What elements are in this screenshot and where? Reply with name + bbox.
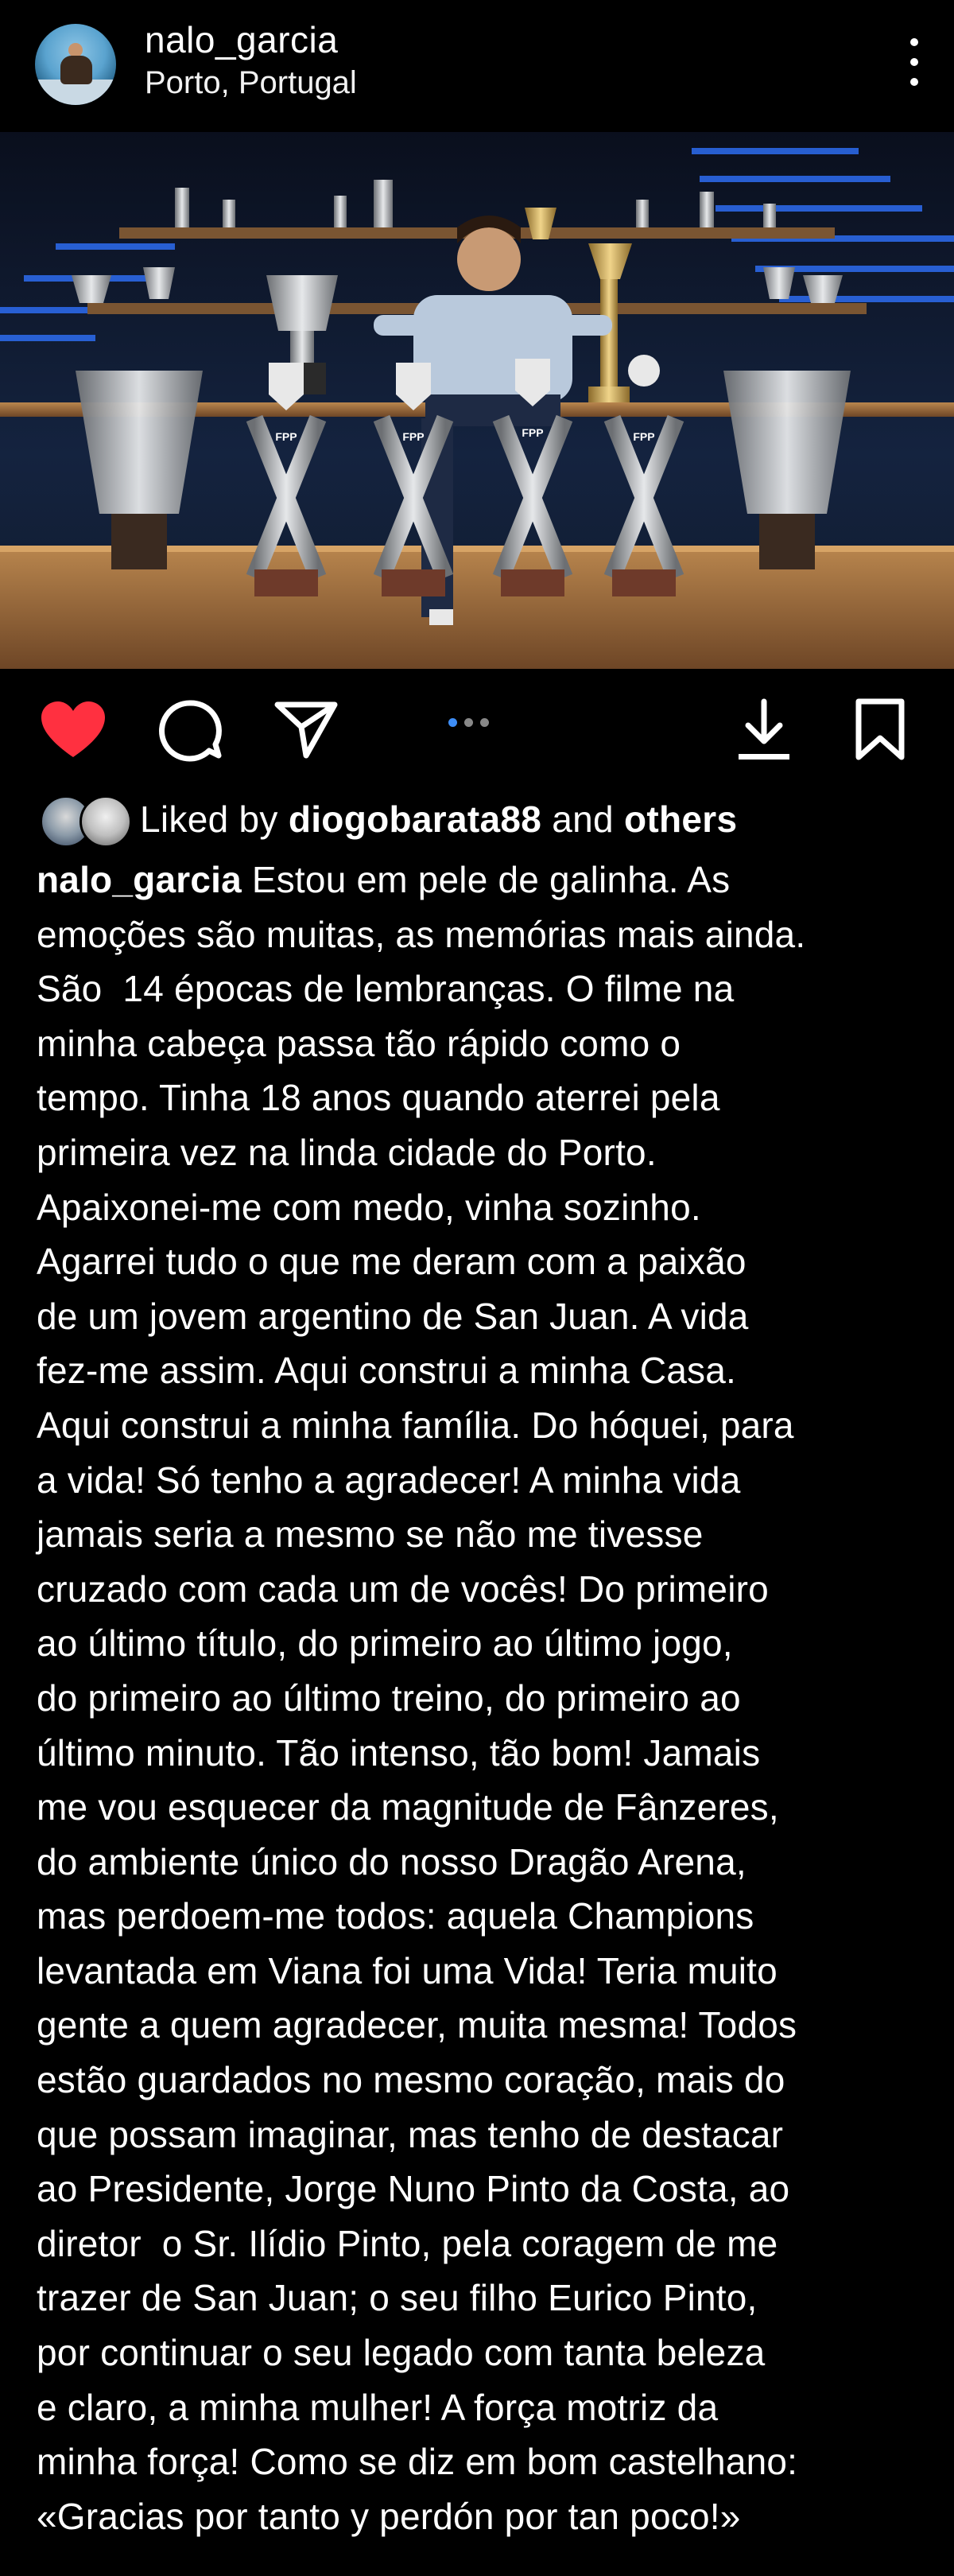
- caption-line: do primeiro ao último treino, do primeir…: [37, 1677, 741, 1719]
- caption-line: emoções são muitas, as memórias mais ain…: [37, 913, 806, 955]
- caption-line: jamais seria a mesmo se não me tivesse: [37, 1513, 704, 1556]
- caption-line: diretor o Sr. Ilídio Pinto, pela coragem…: [37, 2222, 778, 2264]
- likes-and: and: [552, 798, 614, 840]
- likes-text[interactable]: Liked by diogobarata88 and others: [140, 798, 737, 841]
- bookmark-icon[interactable]: [854, 698, 906, 762]
- post-caption: nalo_garcia Estou em pele de galinha. As…: [37, 853, 927, 2543]
- caption-line: Agarrei tudo o que me deram com a paixão: [37, 1241, 747, 1283]
- caption-line: estão guardados no mesmo coração, mais d…: [37, 2059, 785, 2101]
- post-image[interactable]: FPP FPP FPP FPP: [0, 132, 954, 669]
- caption-line: trazer de San Juan; o seu filho Eurico P…: [37, 2277, 758, 2319]
- likes-user[interactable]: diogobarata88: [289, 798, 541, 840]
- caption-line: que possam imaginar, mas tenho de destac…: [37, 2113, 784, 2155]
- caption-line: cruzado com cada um de vocês! Do primeir…: [37, 1568, 769, 1610]
- likes-row[interactable]: Liked by diogobarata88 and others: [40, 789, 737, 849]
- caption-line: levantada em Viana foi uma Vida! Teria m…: [37, 1949, 778, 1991]
- caption-line: Aqui construi a minha família. Do hóquei…: [37, 1404, 794, 1446]
- caption-line: tempo. Tinha 18 anos quando aterrei pela: [37, 1077, 720, 1119]
- trophy-label: FPP: [275, 430, 297, 443]
- comment-icon[interactable]: [157, 698, 223, 763]
- trophy-label: FPP: [522, 426, 543, 439]
- caption-line: minha cabeça passa tão rápido como o: [37, 1022, 681, 1064]
- carousel-indicator: [448, 718, 489, 727]
- caption-line: do ambiente único do nosso Dragão Arena,: [37, 1840, 747, 1882]
- trophy-room-image: FPP FPP FPP FPP: [0, 132, 954, 669]
- caption-line: me vou esquecer da magnitude de Fânzeres…: [37, 1786, 779, 1828]
- caption-line: por continuar o seu legado com tanta bel…: [37, 2332, 766, 2374]
- profile-avatar[interactable]: [35, 24, 116, 105]
- action-bar: [0, 684, 954, 771]
- heart-filled-icon[interactable]: [40, 700, 107, 760]
- carousel-dot: [480, 718, 489, 727]
- caption-line: último minuto. Tão intenso, tão bom! Jam…: [37, 1731, 761, 1774]
- user-block: nalo_garcia Porto, Portugal: [145, 17, 357, 103]
- liker-avatar: [80, 795, 132, 848]
- caption-line: ao último título, do primeiro ao último …: [37, 1622, 733, 1665]
- caption-line: nalo_garcia Estou em pele de galinha. As: [37, 853, 927, 907]
- likes-others[interactable]: others: [624, 798, 737, 840]
- caption-line: a vida! Só tenho a agradecer! A minha vi…: [37, 1459, 741, 1501]
- download-icon[interactable]: [735, 698, 793, 762]
- caption-line: «Gracias por tanto y perdón por tan poco…: [37, 2495, 741, 2537]
- caption-line: de um jovem argentino de San Juan. A vid…: [37, 1295, 749, 1337]
- caption-line: mas perdoem-me todos: aquela Champions: [37, 1895, 754, 1937]
- caption-line: primeira vez na linda cidade do Porto.: [37, 1131, 657, 1173]
- trophy-label: FPP: [402, 430, 424, 443]
- caption-text: Estou em pele de galinha. As: [241, 859, 731, 900]
- caption-line: minha força! Como se diz em bom castelha…: [37, 2441, 798, 2483]
- trophy-label: FPP: [633, 430, 654, 443]
- carousel-dot-active: [448, 718, 457, 727]
- caption-line: e claro, a minha mulher! A força motriz …: [37, 2386, 719, 2428]
- caption-line: gente a quem agradecer, muita mesma! Tod…: [37, 2004, 797, 2046]
- post-username[interactable]: nalo_garcia: [145, 17, 357, 62]
- caption-username[interactable]: nalo_garcia: [37, 859, 242, 900]
- caption-line: fez-me assim. Aqui construi a minha Casa…: [37, 1350, 736, 1392]
- avatar-figure: [60, 56, 92, 84]
- liker-avatars: [40, 794, 134, 848]
- caption-line: Apaixonei-me com medo, vinha sozinho.: [37, 1186, 701, 1228]
- caption-line: São 14 épocas de lembranças. O filme na: [37, 968, 735, 1010]
- more-vertical-icon[interactable]: [906, 38, 922, 86]
- send-icon[interactable]: [274, 700, 338, 760]
- likes-prefix: Liked by: [140, 798, 278, 840]
- post-header: nalo_garcia Porto, Portugal: [0, 0, 954, 127]
- carousel-dot: [464, 718, 473, 727]
- post-location[interactable]: Porto, Portugal: [145, 62, 357, 103]
- caption-line: ao Presidente, Jorge Nuno Pinto da Costa…: [37, 2168, 790, 2210]
